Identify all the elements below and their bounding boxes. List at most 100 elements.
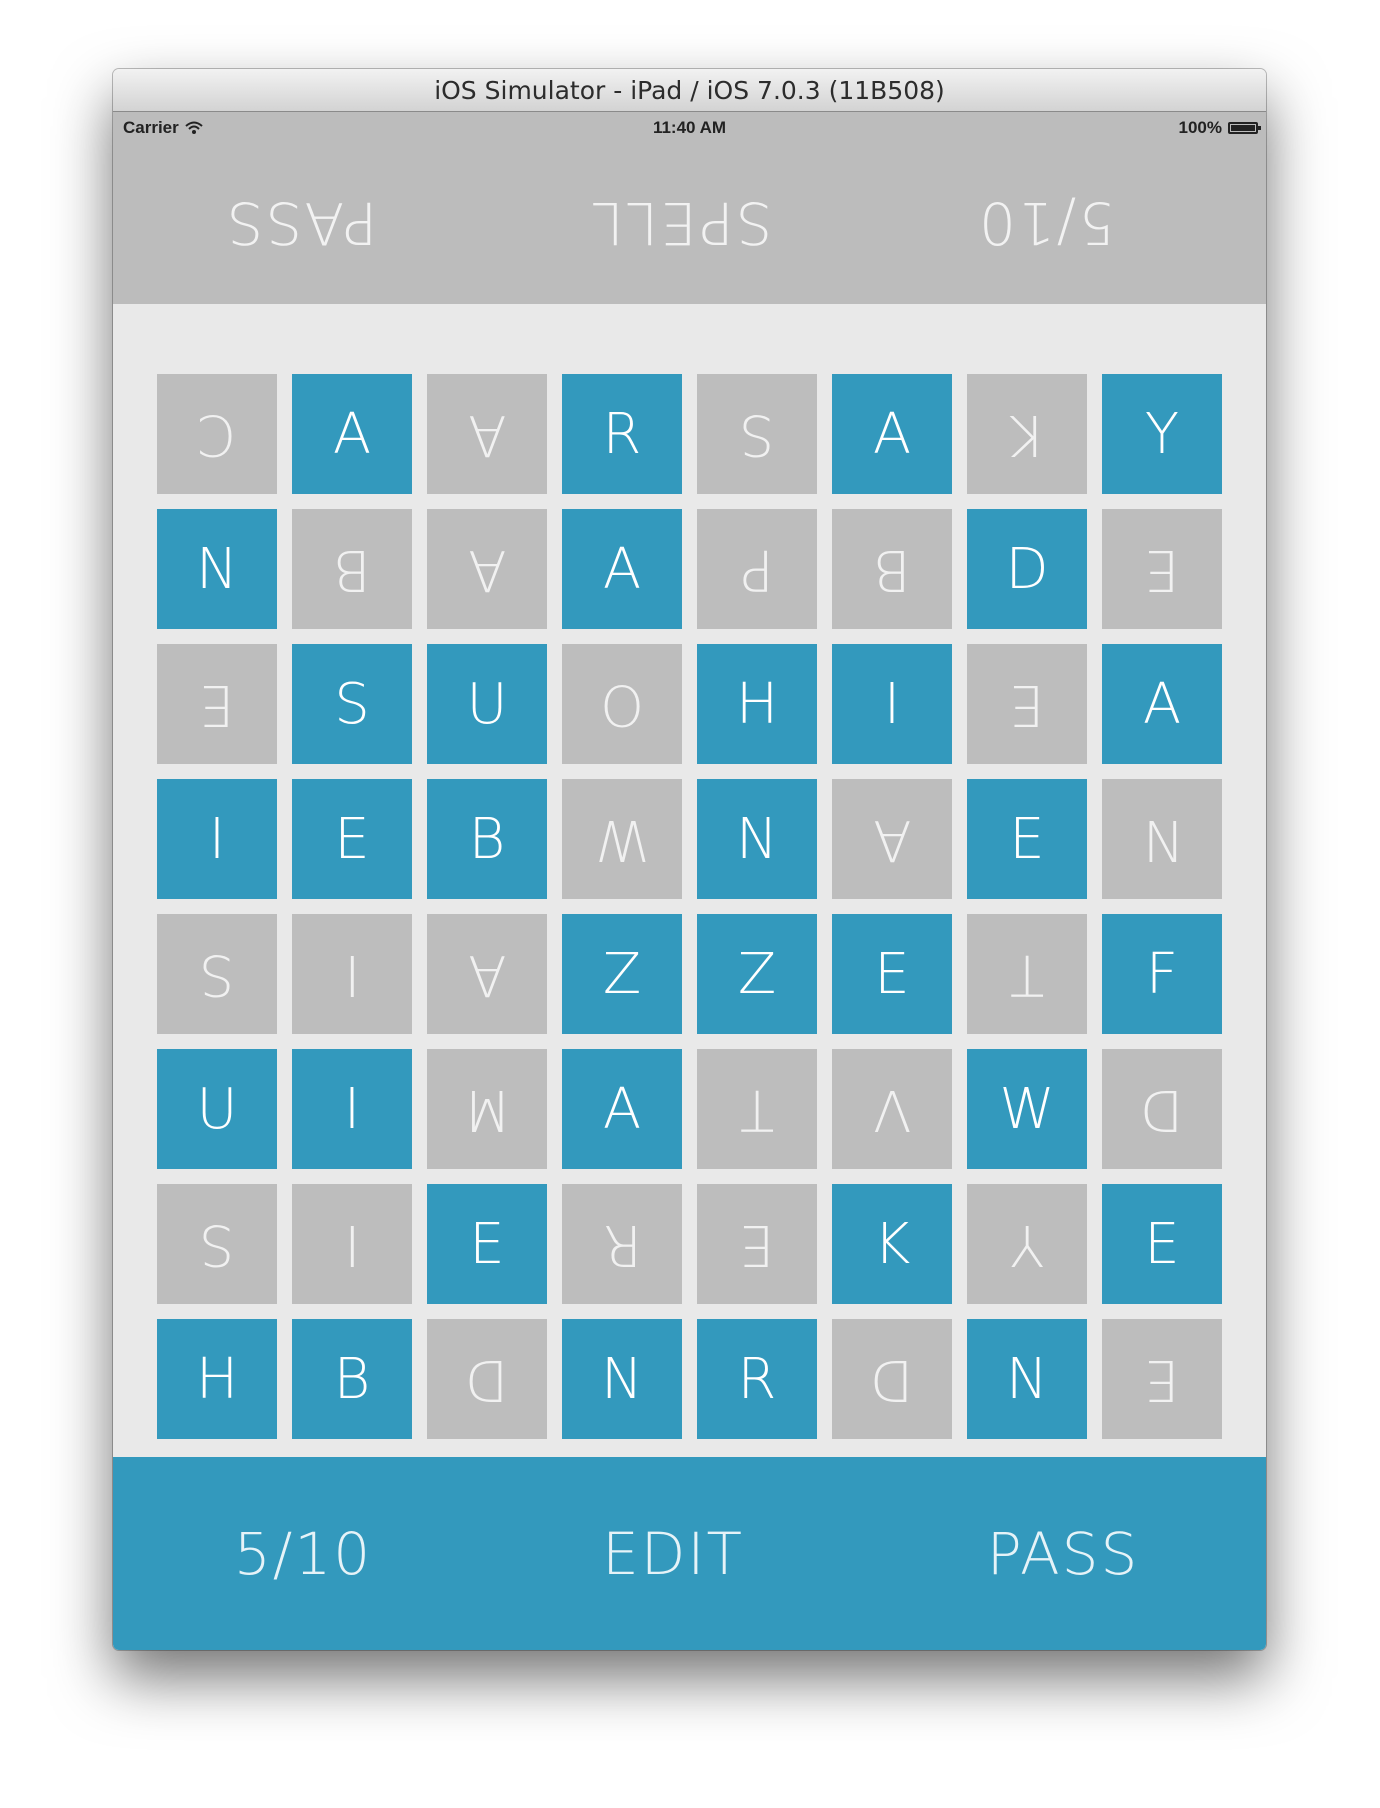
letter-tile[interactable]: B [832,509,952,629]
letter-tile[interactable]: A [562,509,682,629]
letter-tile[interactable]: E [157,644,277,764]
letter-tile[interactable]: W [967,1049,1087,1169]
letter-tile[interactable]: N [697,779,817,899]
opponent-spell-button[interactable]: SPELL [551,142,811,304]
letter-tile[interactable]: I [832,644,952,764]
letter-tile[interactable]: I [292,914,412,1034]
letter-tile[interactable]: A [427,509,547,629]
letter-tile[interactable]: I [292,1184,412,1304]
tile-letter: S [199,1211,235,1277]
tile-letter: E [1144,1211,1180,1277]
letter-tile[interactable]: H [157,1319,277,1439]
tile-letter: Y [1009,1211,1045,1277]
opponent-pass-button[interactable]: PASS [171,142,431,304]
letter-tile[interactable]: D [1102,1049,1222,1169]
letter-tile[interactable]: P [697,509,817,629]
tile-letter: E [1009,671,1045,737]
player-score: 5/10 [233,1519,373,1588]
letter-tile[interactable]: N [967,1319,1087,1439]
letter-tile[interactable]: T [697,1049,817,1169]
letter-tile[interactable]: I [157,779,277,899]
letter-tile[interactable]: E [1102,509,1222,629]
tile-letter: W [594,806,650,872]
letter-tile[interactable]: B [292,509,412,629]
edit-button[interactable]: EDIT [543,1457,803,1650]
letter-tile[interactable]: A [1102,644,1222,764]
tile-letter: S [334,671,370,737]
letter-tile[interactable]: U [427,644,547,764]
letter-tile[interactable]: R [562,1184,682,1304]
letter-tile[interactable]: N [157,509,277,629]
tile-letter: A [467,536,507,602]
tile-letter: A [467,941,507,1007]
letter-tile[interactable]: E [697,1184,817,1304]
letter-tile[interactable]: V [832,1049,952,1169]
tile-letter: I [343,1211,361,1277]
tile-letter: E [334,806,370,872]
letter-tile[interactable]: D [832,1319,952,1439]
letter-tile[interactable]: Y [967,1184,1087,1304]
letter-tile[interactable]: A [427,914,547,1034]
tile-letter: R [737,1346,777,1412]
tile-letter: E [1009,806,1045,872]
battery-icon [1228,122,1261,134]
letter-tile[interactable]: S [697,374,817,494]
letter-tile[interactable]: H [697,644,817,764]
letter-tile[interactable]: N [562,1319,682,1439]
letter-tile[interactable]: U [157,1049,277,1169]
letter-tile[interactable]: Y [1102,374,1222,494]
tile-letter: M [462,1076,512,1142]
letter-tile[interactable]: B [427,779,547,899]
letter-tile[interactable]: E [967,779,1087,899]
letter-tile[interactable]: E [832,914,952,1034]
letter-tile[interactable]: A [832,374,952,494]
letter-tile[interactable]: Z [562,914,682,1034]
letter-tile[interactable]: E [967,644,1087,764]
letter-tile[interactable]: A [292,374,412,494]
letter-tile[interactable]: R [697,1319,817,1439]
letter-tile[interactable]: E [292,779,412,899]
tile-letter: E [1144,1346,1180,1412]
letter-tile[interactable]: E [1102,1319,1222,1439]
tile-letter: O [599,671,645,737]
tile-letter: B [333,1346,371,1412]
letter-tile[interactable]: M [427,1049,547,1169]
letter-tile[interactable]: Z [697,914,817,1034]
letter-tile[interactable]: F [1102,914,1222,1034]
letter-tile[interactable]: E [427,1184,547,1304]
letter-tile[interactable]: A [832,779,952,899]
letter-tile[interactable]: E [1102,1184,1222,1304]
letter-tile[interactable]: K [832,1184,952,1304]
letter-tile[interactable]: T [967,914,1087,1034]
pass-button[interactable]: PASS [933,1457,1193,1650]
letter-tile[interactable]: I [292,1049,412,1169]
tile-letter: I [343,941,361,1007]
letter-tile[interactable]: N [1102,779,1222,899]
letter-tile[interactable]: D [967,509,1087,629]
tile-letter: D [465,1346,509,1412]
opponent-bar: Carrier 11:40 AM 100% 5/10 SPELL PASS [113,112,1266,304]
letter-tile[interactable]: R [562,374,682,494]
opponent-score: 5/10 [976,189,1116,257]
letter-tile[interactable]: A [562,1049,682,1169]
tile-letter: N [736,806,778,872]
letter-tile[interactable]: S [292,644,412,764]
tile-letter: B [873,536,911,602]
letter-tile[interactable]: S [157,1184,277,1304]
letter-tile[interactable]: O [562,644,682,764]
tile-letter: R [602,1211,642,1277]
letter-grid: C A A R S A K Y N B A A P B D E E S U O H I E A I E B W N A E N S I A Z Z E T F… [157,374,1222,1439]
opponent-controls: 5/10 SPELL PASS [113,142,1266,304]
letter-tile[interactable]: W [562,779,682,899]
tile-letter: E [199,671,235,737]
tile-letter: A [467,401,507,467]
tile-letter: K [873,1211,911,1277]
tile-letter: N [601,1346,643,1412]
letter-tile[interactable]: B [292,1319,412,1439]
letter-tile[interactable]: K [967,374,1087,494]
tile-letter: U [466,671,508,737]
letter-tile[interactable]: C [157,374,277,494]
letter-tile[interactable]: A [427,374,547,494]
letter-tile[interactable]: S [157,914,277,1034]
letter-tile[interactable]: D [427,1319,547,1439]
